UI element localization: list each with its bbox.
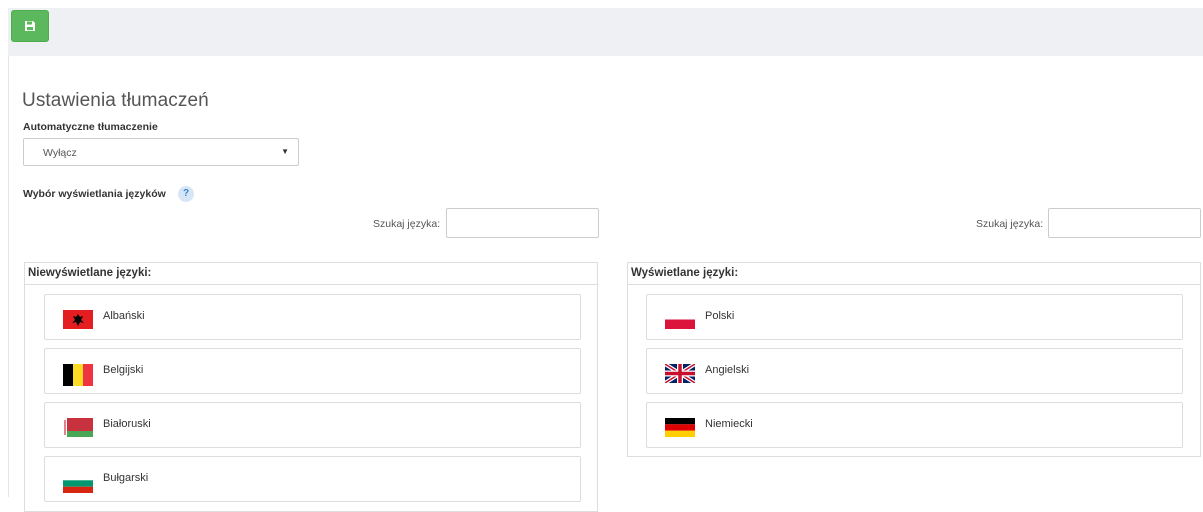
page-title: Ustawienia tłumaczeń bbox=[22, 90, 209, 111]
language-name: Belgijski bbox=[103, 364, 144, 376]
united-kingdom-flag-icon bbox=[665, 364, 695, 383]
toolbar-background bbox=[8, 8, 1203, 56]
hidden-languages-header: Niewyświetlane języki: bbox=[25, 263, 597, 285]
language-item-belarusian[interactable]: Białoruski bbox=[44, 402, 581, 448]
auto-translate-label: Automatyczne tłumaczenie bbox=[23, 121, 158, 133]
dropdown-arrow-icon: ▼ bbox=[281, 147, 289, 156]
shown-languages-header: Wyświetlane języki: bbox=[628, 263, 1200, 285]
language-display-label: Wybór wyświetlania języków bbox=[23, 188, 166, 200]
search-hidden-languages-input[interactable] bbox=[446, 208, 599, 238]
language-name: Białoruski bbox=[103, 418, 151, 430]
belgium-flag-icon bbox=[63, 364, 93, 386]
language-name: Albański bbox=[103, 310, 145, 322]
language-name: Polski bbox=[705, 310, 735, 322]
poland-flag-icon bbox=[665, 310, 695, 329]
language-item-albanian[interactable]: Albański bbox=[44, 294, 581, 340]
language-item-english[interactable]: Angielski bbox=[646, 348, 1183, 394]
language-item-german[interactable]: Niemiecki bbox=[646, 402, 1183, 448]
shown-languages-panel: Wyświetlane języki: Polski Angielski Nie… bbox=[627, 262, 1201, 457]
hidden-languages-panel: Niewyświetlane języki: Albański Belgijsk… bbox=[24, 262, 598, 512]
language-name: Niemiecki bbox=[705, 418, 753, 430]
save-button[interactable] bbox=[11, 10, 49, 42]
search-shown-languages-input[interactable] bbox=[1048, 208, 1201, 238]
floppy-disk-icon bbox=[25, 21, 35, 31]
search-hidden-label: Szukaj języka: bbox=[373, 218, 441, 230]
bulgaria-flag-icon bbox=[63, 474, 93, 493]
germany-flag-icon bbox=[665, 418, 695, 437]
language-name: Angielski bbox=[705, 364, 750, 376]
albania-flag-icon bbox=[63, 310, 93, 329]
content-left-border bbox=[8, 56, 9, 497]
auto-translate-selected-value: Wyłącz bbox=[43, 147, 77, 159]
language-item-bulgarian[interactable]: Bułgarski bbox=[44, 456, 581, 502]
language-item-belgian[interactable]: Belgijski bbox=[44, 348, 581, 394]
language-item-polish[interactable]: Polski bbox=[646, 294, 1183, 340]
language-name: Bułgarski bbox=[103, 472, 149, 484]
search-shown-label: Szukaj języka: bbox=[976, 218, 1044, 230]
top-toolbar bbox=[0, 0, 1203, 56]
auto-translate-select[interactable]: Wyłącz ▼ bbox=[23, 138, 299, 166]
belarus-flag-icon bbox=[63, 418, 93, 437]
help-icon[interactable]: ? bbox=[178, 186, 194, 202]
